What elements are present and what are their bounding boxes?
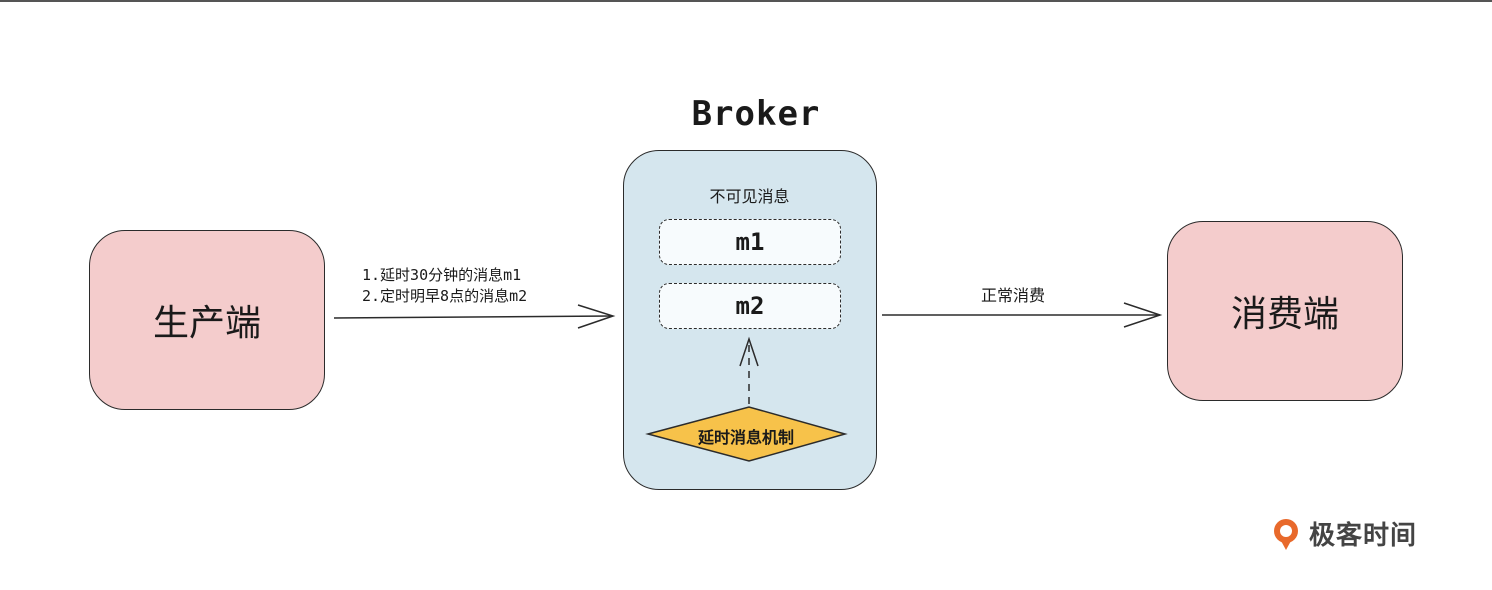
logo-icon — [1274, 518, 1298, 550]
send-arrow-line — [333, 315, 613, 319]
diagram-connectors — [333, 302, 1163, 462]
geekbang-logo: 极客时间 — [1271, 515, 1417, 552]
logo-text: 极客时间 — [1309, 521, 1418, 551]
delay-mechanism-text: 延时消息机制 — [697, 428, 794, 447]
